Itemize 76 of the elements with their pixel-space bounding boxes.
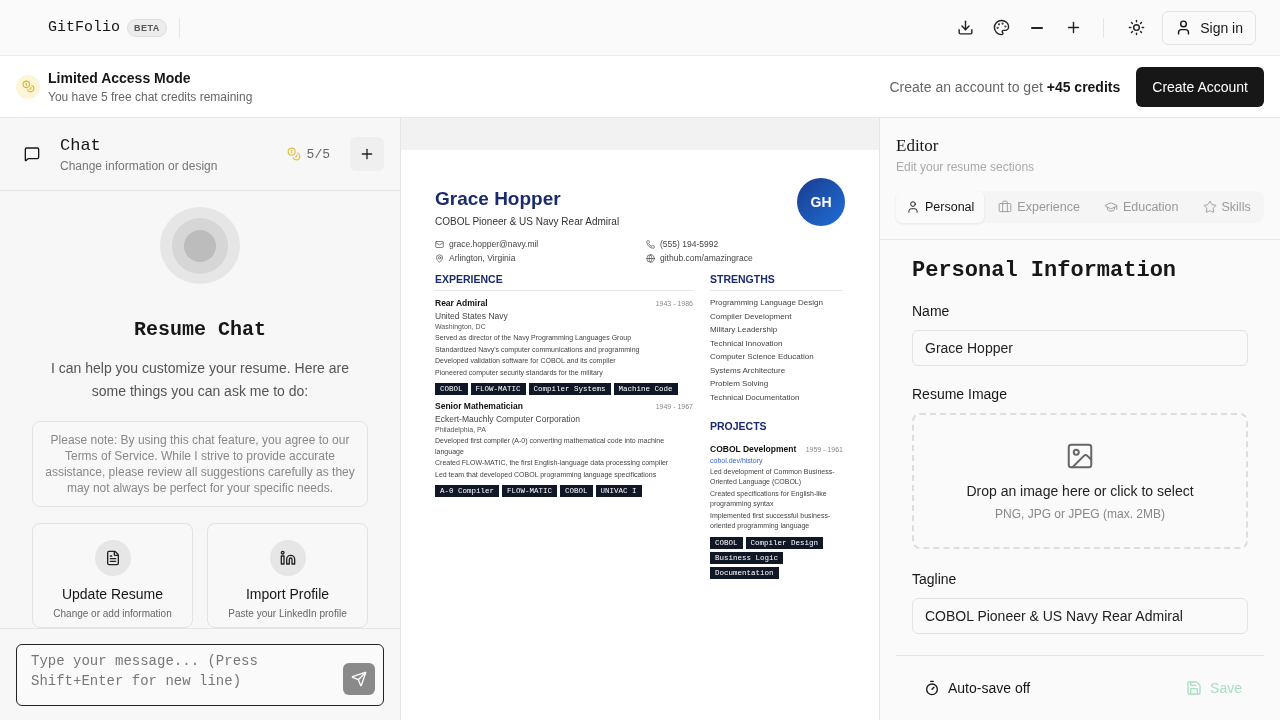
star-icon <box>1202 200 1217 214</box>
send-icon <box>351 671 367 687</box>
contact-text: grace.hopper@navy.mil <box>449 239 539 249</box>
name-field[interactable]: Grace Hopper <box>912 330 1248 366</box>
download-icon <box>956 19 974 36</box>
project-title: COBOL Development <box>710 443 797 454</box>
editor-subtitle: Edit your resume sections <box>896 160 1036 174</box>
strength-item: Military Leadership <box>710 325 779 334</box>
contact-text: Arlington, Virginia <box>449 253 516 263</box>
strength-item: Technical Innovation <box>710 338 784 348</box>
chat-subtitle: Change information or design <box>60 158 218 173</box>
brand-name: GitFolio <box>48 19 120 36</box>
chat-heading: Resume Chat <box>134 318 266 341</box>
autosave-status: Auto-save off <box>948 680 1031 696</box>
save-icon <box>1186 680 1203 696</box>
document-icon <box>104 550 121 566</box>
banner-title: Limited Access Mode <box>48 69 192 86</box>
message-input[interactable]: Type your message... (Press Shift+Enter for new line) <box>16 644 384 706</box>
linkedin-icon <box>279 550 296 566</box>
strength-item: Programming Language Design <box>710 298 824 307</box>
job-title: Senior Mathematician <box>435 401 523 411</box>
image-icon <box>1065 441 1095 471</box>
coins-icon <box>16 74 40 99</box>
company-name: United States Navy <box>435 311 509 321</box>
section-heading: PROJECTS <box>710 419 768 434</box>
contact-text: github.com/amazingrace <box>660 253 753 263</box>
chat-intro: I can help you customize your resume. Here are some things you can ask me to do: <box>50 359 350 401</box>
contact-text: (555) 194-5992 <box>660 239 719 249</box>
action-card[interactable]: Update Resume Change or add information <box>32 523 193 628</box>
coins-icon <box>286 147 301 161</box>
company-name: Eckert-Mauchly Computer Corporation <box>435 414 582 424</box>
plus-icon <box>359 146 375 162</box>
section-title: Personal Information <box>912 258 1178 283</box>
drop-instruction: Drop an image here or click to select <box>966 483 1194 499</box>
globe-icon <box>646 253 655 263</box>
briefcase-icon <box>998 200 1013 214</box>
phone-icon <box>646 239 655 249</box>
credits-prompt: Create an account to get +45 credits <box>889 78 1121 95</box>
minus-icon <box>1031 26 1044 29</box>
terms-note: Please note: By using this chat feature, you agree to our Terms of Service. While I strive to provide accurate assistance, please review all suggestions carefully as they may not always be perfect for your specific needs. <box>32 421 368 507</box>
job-title: Rear Admiral <box>435 298 488 308</box>
credit-count: 5/5 <box>306 146 330 162</box>
graduation-cap-icon <box>1103 200 1118 214</box>
section-heading: EXPERIENCE <box>435 273 693 291</box>
strength-item: Systems Architecture <box>710 365 787 375</box>
strength-item: Compiler Development <box>710 311 793 321</box>
new-chat-button[interactable] <box>350 137 384 171</box>
image-drop-zone[interactable]: Drop an image here or click to select PNG, JPG or JPEG (max. 2MB) <box>912 413 1248 549</box>
action-card[interactable]: Import Profile Paste your LinkedIn profile <box>207 523 368 628</box>
beta-badge: BETA <box>127 18 167 37</box>
send-button[interactable] <box>343 663 375 695</box>
strength-item: Computer Science Education <box>710 352 815 361</box>
banner-subtitle: You have 5 free chat credits remaining <box>48 89 253 104</box>
resume-tagline: COBOL Pioneer & US Navy Rear Admiral <box>435 216 620 227</box>
user-icon <box>906 200 920 214</box>
editor-tab[interactable]: Personal <box>896 191 985 223</box>
field-label: Resume Image <box>912 386 1008 402</box>
field-label: Tagline <box>912 571 958 587</box>
file-hint: PNG, JPG or JPEG (max. 2MB) <box>995 507 1165 521</box>
chat-title: Chat <box>60 135 102 155</box>
strength-item: Problem Solving <box>710 379 770 388</box>
field-label: Name <box>912 303 951 319</box>
palette-icon <box>992 19 1010 36</box>
resume-name: Grace Hopper <box>435 188 562 210</box>
map-pin-icon <box>435 253 444 263</box>
timer-icon <box>924 680 940 696</box>
create-account-button[interactable]: Create Account <box>1136 66 1264 107</box>
sign-in-button[interactable]: Sign in <box>1162 10 1256 45</box>
tagline-field[interactable]: COBOL Pioneer & US Navy Rear Admiral <box>912 598 1248 634</box>
section-heading: STRENGTHS <box>710 273 843 291</box>
editor-title: Editor <box>896 136 940 156</box>
initials-avatar: GH <box>797 178 845 226</box>
chat-icon <box>24 146 40 162</box>
sun-icon <box>1127 19 1145 36</box>
mail-icon <box>435 239 444 249</box>
strength-item: Technical Documentation <box>710 392 801 402</box>
